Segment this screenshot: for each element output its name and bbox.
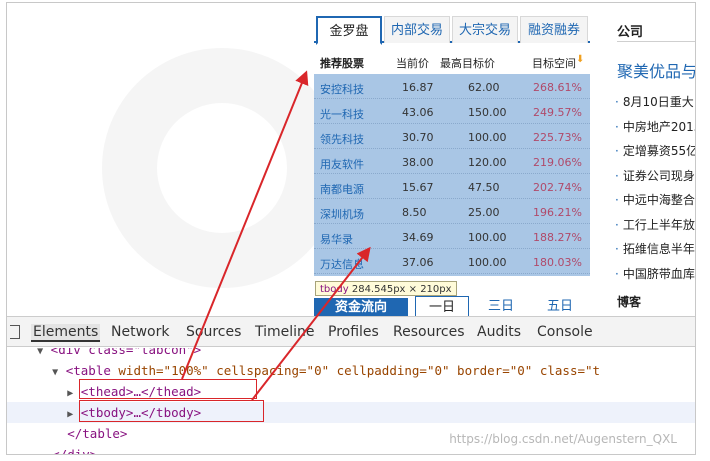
annotation-arrows <box>181 70 371 401</box>
screenshot-frame: 金罗盘 内部交易 大宗交易 融资融券 推荐股票 当前价 最高目标价 目标空间 ⬇… <box>6 2 696 455</box>
thead-arrow <box>181 70 309 380</box>
tbody-arrow <box>251 246 371 401</box>
source-credit: https://blog.csdn.net/Augenstern_QXL <box>449 432 677 446</box>
